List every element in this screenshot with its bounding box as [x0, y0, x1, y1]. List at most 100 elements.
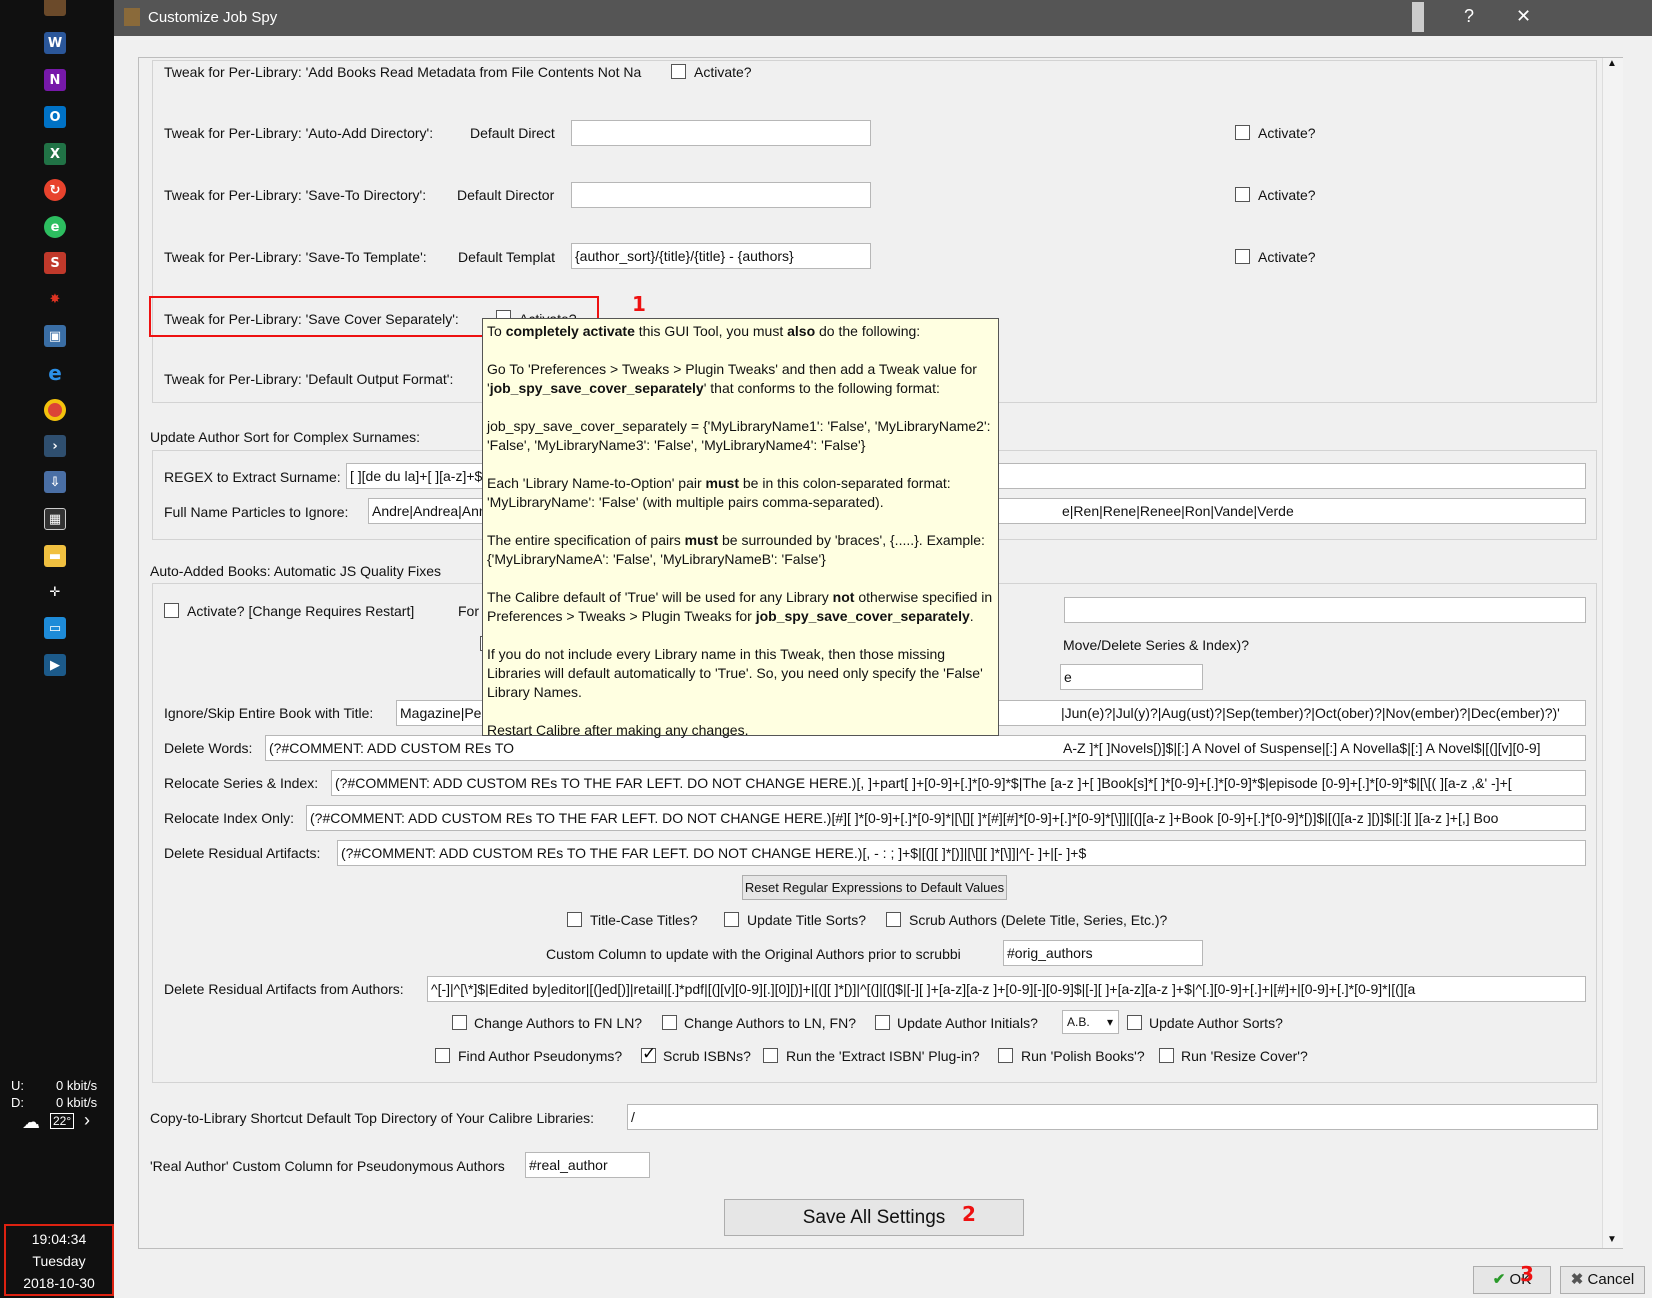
tooltip-text: The Calibre default of 'True' will be us… [487, 589, 833, 605]
cancel-x-icon: ✖ [1570, 1271, 1584, 1288]
tooltip-text: this GUI Tool, you must [634, 323, 788, 339]
check-icon: ✔ [1492, 1271, 1506, 1288]
close-button[interactable]: ✕ [1516, 6, 1531, 27]
auto-add-activate-checkbox[interactable] [1235, 125, 1250, 140]
custom-column-input[interactable]: #orig_authors [1003, 940, 1203, 966]
change-fn-ln-label: Change Authors to FN LN? [474, 1015, 643, 1031]
run-extract-isbn-label: Run the 'Extract ISBN' Plug-in? [786, 1048, 980, 1064]
chevron-right-icon[interactable]: › [84, 1110, 90, 1131]
save-to-template-activate-label: Activate? [1258, 249, 1316, 265]
save-to-directory-input[interactable] [571, 182, 871, 208]
delete-residual-authors-input[interactable]: ^[-]|^[\*]$|Edited by|editor|[(]ed[)]|re… [427, 976, 1586, 1002]
scrub-authors-checkbox[interactable] [886, 912, 901, 927]
onenote-app-icon[interactable]: N [44, 69, 66, 91]
monitor-app-icon[interactable]: ▭ [44, 617, 66, 639]
delete-residual-input[interactable]: (?#COMMENT: ADD CUSTOM REs TO THE FAR LE… [337, 840, 1586, 866]
real-author-input[interactable]: #real_author [525, 1152, 650, 1178]
change-ln-fn-checkbox[interactable] [662, 1015, 677, 1030]
tooltip-text: . [969, 608, 974, 624]
clock-date: 2018-10-30 [23, 1275, 95, 1291]
save-to-template-input[interactable]: {author_sort}/{title}/{title} - {authors… [571, 243, 871, 269]
outlook-app-icon[interactable]: O [44, 106, 66, 128]
default-output-tweak-label: Tweak for Per-Library: 'Default Output F… [164, 371, 454, 387]
run-polish-checkbox[interactable] [998, 1048, 1013, 1063]
annotation-2: 2 [962, 1202, 976, 1226]
vertical-scrollbar[interactable]: ▲ ▼ [1602, 58, 1623, 1248]
scroll-down-icon[interactable]: ▼ [1607, 1234, 1617, 1245]
tooltip-text: To [487, 323, 506, 339]
annotation-1: 1 [632, 292, 646, 316]
chrome-app-icon[interactable] [44, 399, 66, 421]
title-case-label: Title-Case Titles? [590, 912, 698, 928]
delete-residual-label: Delete Residual Artifacts: [164, 845, 321, 861]
run-extract-isbn-checkbox[interactable] [763, 1048, 778, 1063]
evernote-app-icon[interactable]: e [44, 216, 66, 238]
background-window-edge [1652, 0, 1668, 1298]
relocate-index-label: Relocate Index Only: [164, 810, 294, 826]
save-to-dir-activate-checkbox[interactable] [1235, 187, 1250, 202]
auto-add-tweak-label: Tweak for Per-Library: 'Auto-Add Directo… [164, 125, 434, 141]
initials-format-select[interactable]: A.B. [1062, 1010, 1119, 1034]
relocate-index-input[interactable]: (?#COMMENT: ADD CUSTOM REs TO THE FAR LE… [306, 805, 1586, 831]
s-app-icon[interactable]: S [44, 252, 66, 274]
calculator-app-icon[interactable]: ▦ [44, 508, 66, 530]
plus-app-icon[interactable]: ✛ [44, 581, 66, 603]
word-app-icon[interactable]: W [44, 32, 66, 54]
author-sort-heading: Update Author Sort for Complex Surnames: [150, 429, 421, 445]
auto-add-directory-input[interactable] [571, 120, 871, 146]
copy-to-library-input[interactable]: / [627, 1104, 1598, 1130]
delete-residual-authors-label: Delete Residual Artifacts from Authors: [164, 981, 404, 997]
installer-app-icon[interactable]: ⇩ [44, 471, 66, 493]
video-app-icon[interactable]: ▶ [44, 654, 66, 676]
scroll-up-icon[interactable]: ▲ [1607, 58, 1617, 69]
copy-to-library-label: Copy-to-Library Shortcut Default Top Dir… [150, 1110, 595, 1126]
add-books-activate-checkbox[interactable] [671, 64, 686, 79]
terminal-app-icon[interactable]: › [44, 435, 66, 457]
update-initials-checkbox[interactable] [875, 1015, 890, 1030]
download-value: 0 kbit/s [56, 1095, 98, 1110]
relocate-series-input[interactable]: (?#COMMENT: ADD CUSTOM REs TO THE FAR LE… [331, 770, 1586, 796]
help-button[interactable]: ? [1464, 6, 1474, 27]
cancel-button[interactable]: ✖ Cancel [1560, 1266, 1645, 1294]
change-ln-fn-label: Change Authors to LN, FN? [684, 1015, 856, 1031]
tooltip-text: ' that conforms to the following format: [703, 380, 940, 396]
edge-app-icon[interactable]: e [44, 361, 66, 385]
scrub-isbns-checkbox[interactable] [641, 1044, 656, 1064]
refresh-app-icon[interactable]: ↻ [44, 179, 66, 201]
update-title-sorts-label: Update Title Sorts? [747, 912, 867, 928]
save-all-settings-button[interactable]: Save All Settings [724, 1199, 1024, 1236]
find-pseudonyms-checkbox[interactable] [435, 1048, 450, 1063]
quality-activate-checkbox[interactable] [164, 603, 179, 618]
excel-app-icon[interactable]: X [44, 143, 66, 165]
save-to-template-default-label: Default Templat [458, 249, 556, 265]
update-author-sorts-checkbox[interactable] [1127, 1015, 1142, 1030]
for-library-input[interactable] [1064, 597, 1586, 623]
titlebar-scroll-handle[interactable] [1412, 2, 1424, 32]
calibre-window-icon [124, 8, 140, 26]
update-title-sorts-checkbox[interactable] [724, 912, 739, 927]
ok-button[interactable]: ✔ OK [1473, 1266, 1551, 1294]
tooltip-restart: Restart Calibre after making any changes… [487, 722, 749, 738]
weather-icon[interactable]: ☁ [22, 1112, 40, 1133]
temperature[interactable]: 22° [50, 1113, 75, 1129]
quality-activate-label: Activate? [Change Requires Restart] [187, 603, 415, 619]
window-titlebar[interactable]: Customize Job Spy ? ✕ [114, 0, 1652, 36]
tooltip-text: Each 'Library Name-to-Option' pair [487, 475, 706, 491]
quality-extra-input[interactable]: e [1060, 664, 1203, 690]
tooltip-text: do the following: [815, 323, 921, 339]
save-to-template-activate-checkbox[interactable] [1235, 249, 1250, 264]
reset-regex-button[interactable]: Reset Regular Expressions to Default Val… [742, 875, 1007, 900]
title-case-checkbox[interactable] [567, 912, 582, 927]
tooltip-text: The entire specification of pairs [487, 532, 685, 548]
star-app-icon[interactable]: ✸ [44, 288, 66, 310]
update-author-sorts-label: Update Author Sorts? [1149, 1015, 1283, 1031]
folder-app-icon[interactable]: ▬ [44, 545, 66, 567]
clock[interactable]: 19:04:34 Tuesday 2018-10-30 [4, 1224, 114, 1296]
calibre-app-icon[interactable] [44, 0, 66, 16]
regex-surname-label: REGEX to Extract Surname: [164, 469, 341, 485]
change-fn-ln-checkbox[interactable] [452, 1015, 467, 1030]
disk-app-icon[interactable]: ▣ [44, 325, 66, 347]
upload-value: 0 kbit/s [56, 1078, 98, 1093]
run-resize-checkbox[interactable] [1159, 1048, 1174, 1063]
auto-add-activate-label: Activate? [1258, 125, 1316, 141]
